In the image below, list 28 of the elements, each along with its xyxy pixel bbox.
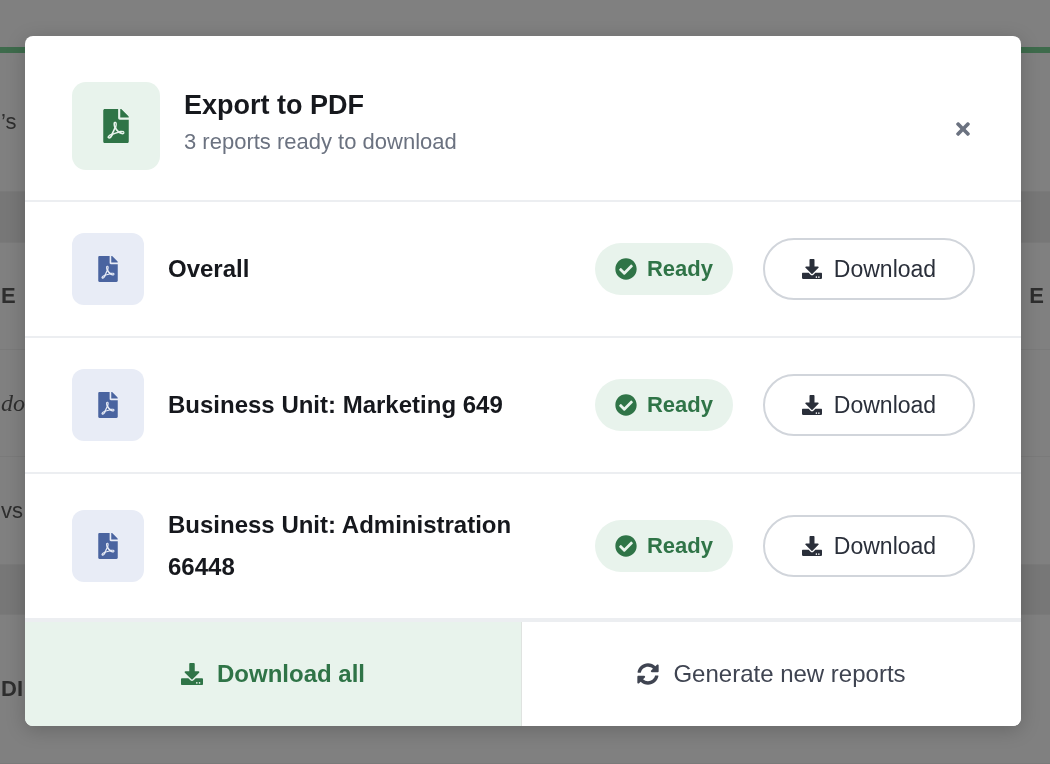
dialog-title: Export to PDF: [184, 90, 365, 121]
pdf-file-icon: [72, 233, 144, 305]
status-badge: Ready: [594, 243, 733, 295]
background-text: E: [1029, 282, 1044, 309]
background-text: E: [1, 282, 16, 309]
background-text: ’s: [1, 109, 17, 136]
download-button[interactable]: Download: [763, 238, 975, 300]
background-text: do: [1, 389, 25, 417]
report-name: Business Unit: Marketing 649: [168, 390, 504, 420]
report-name: Overall: [168, 254, 251, 284]
pdf-file-icon: [72, 510, 144, 582]
download-button[interactable]: Download: [763, 515, 975, 577]
pdf-file-icon: [72, 369, 144, 441]
background-text: DI: [1, 676, 23, 703]
download-button[interactable]: Download: [763, 374, 975, 436]
download-all-button[interactable]: Download all: [25, 622, 522, 726]
download-icon: [801, 395, 822, 415]
report-name: Business Unit: Administration 66448: [168, 510, 513, 582]
status-badge: Ready: [594, 520, 733, 572]
download-icon: [801, 536, 822, 556]
background-text: vs: [1, 497, 23, 524]
download-icon: [801, 259, 822, 279]
dialog-subtitle: 3 reports ready to download: [184, 129, 458, 155]
refresh-icon: [637, 663, 660, 685]
download-icon: [181, 663, 203, 685]
status-badge: Ready: [594, 379, 733, 431]
pdf-file-icon: [72, 82, 160, 170]
generate-reports-button[interactable]: Generate new reports: [522, 622, 1021, 726]
